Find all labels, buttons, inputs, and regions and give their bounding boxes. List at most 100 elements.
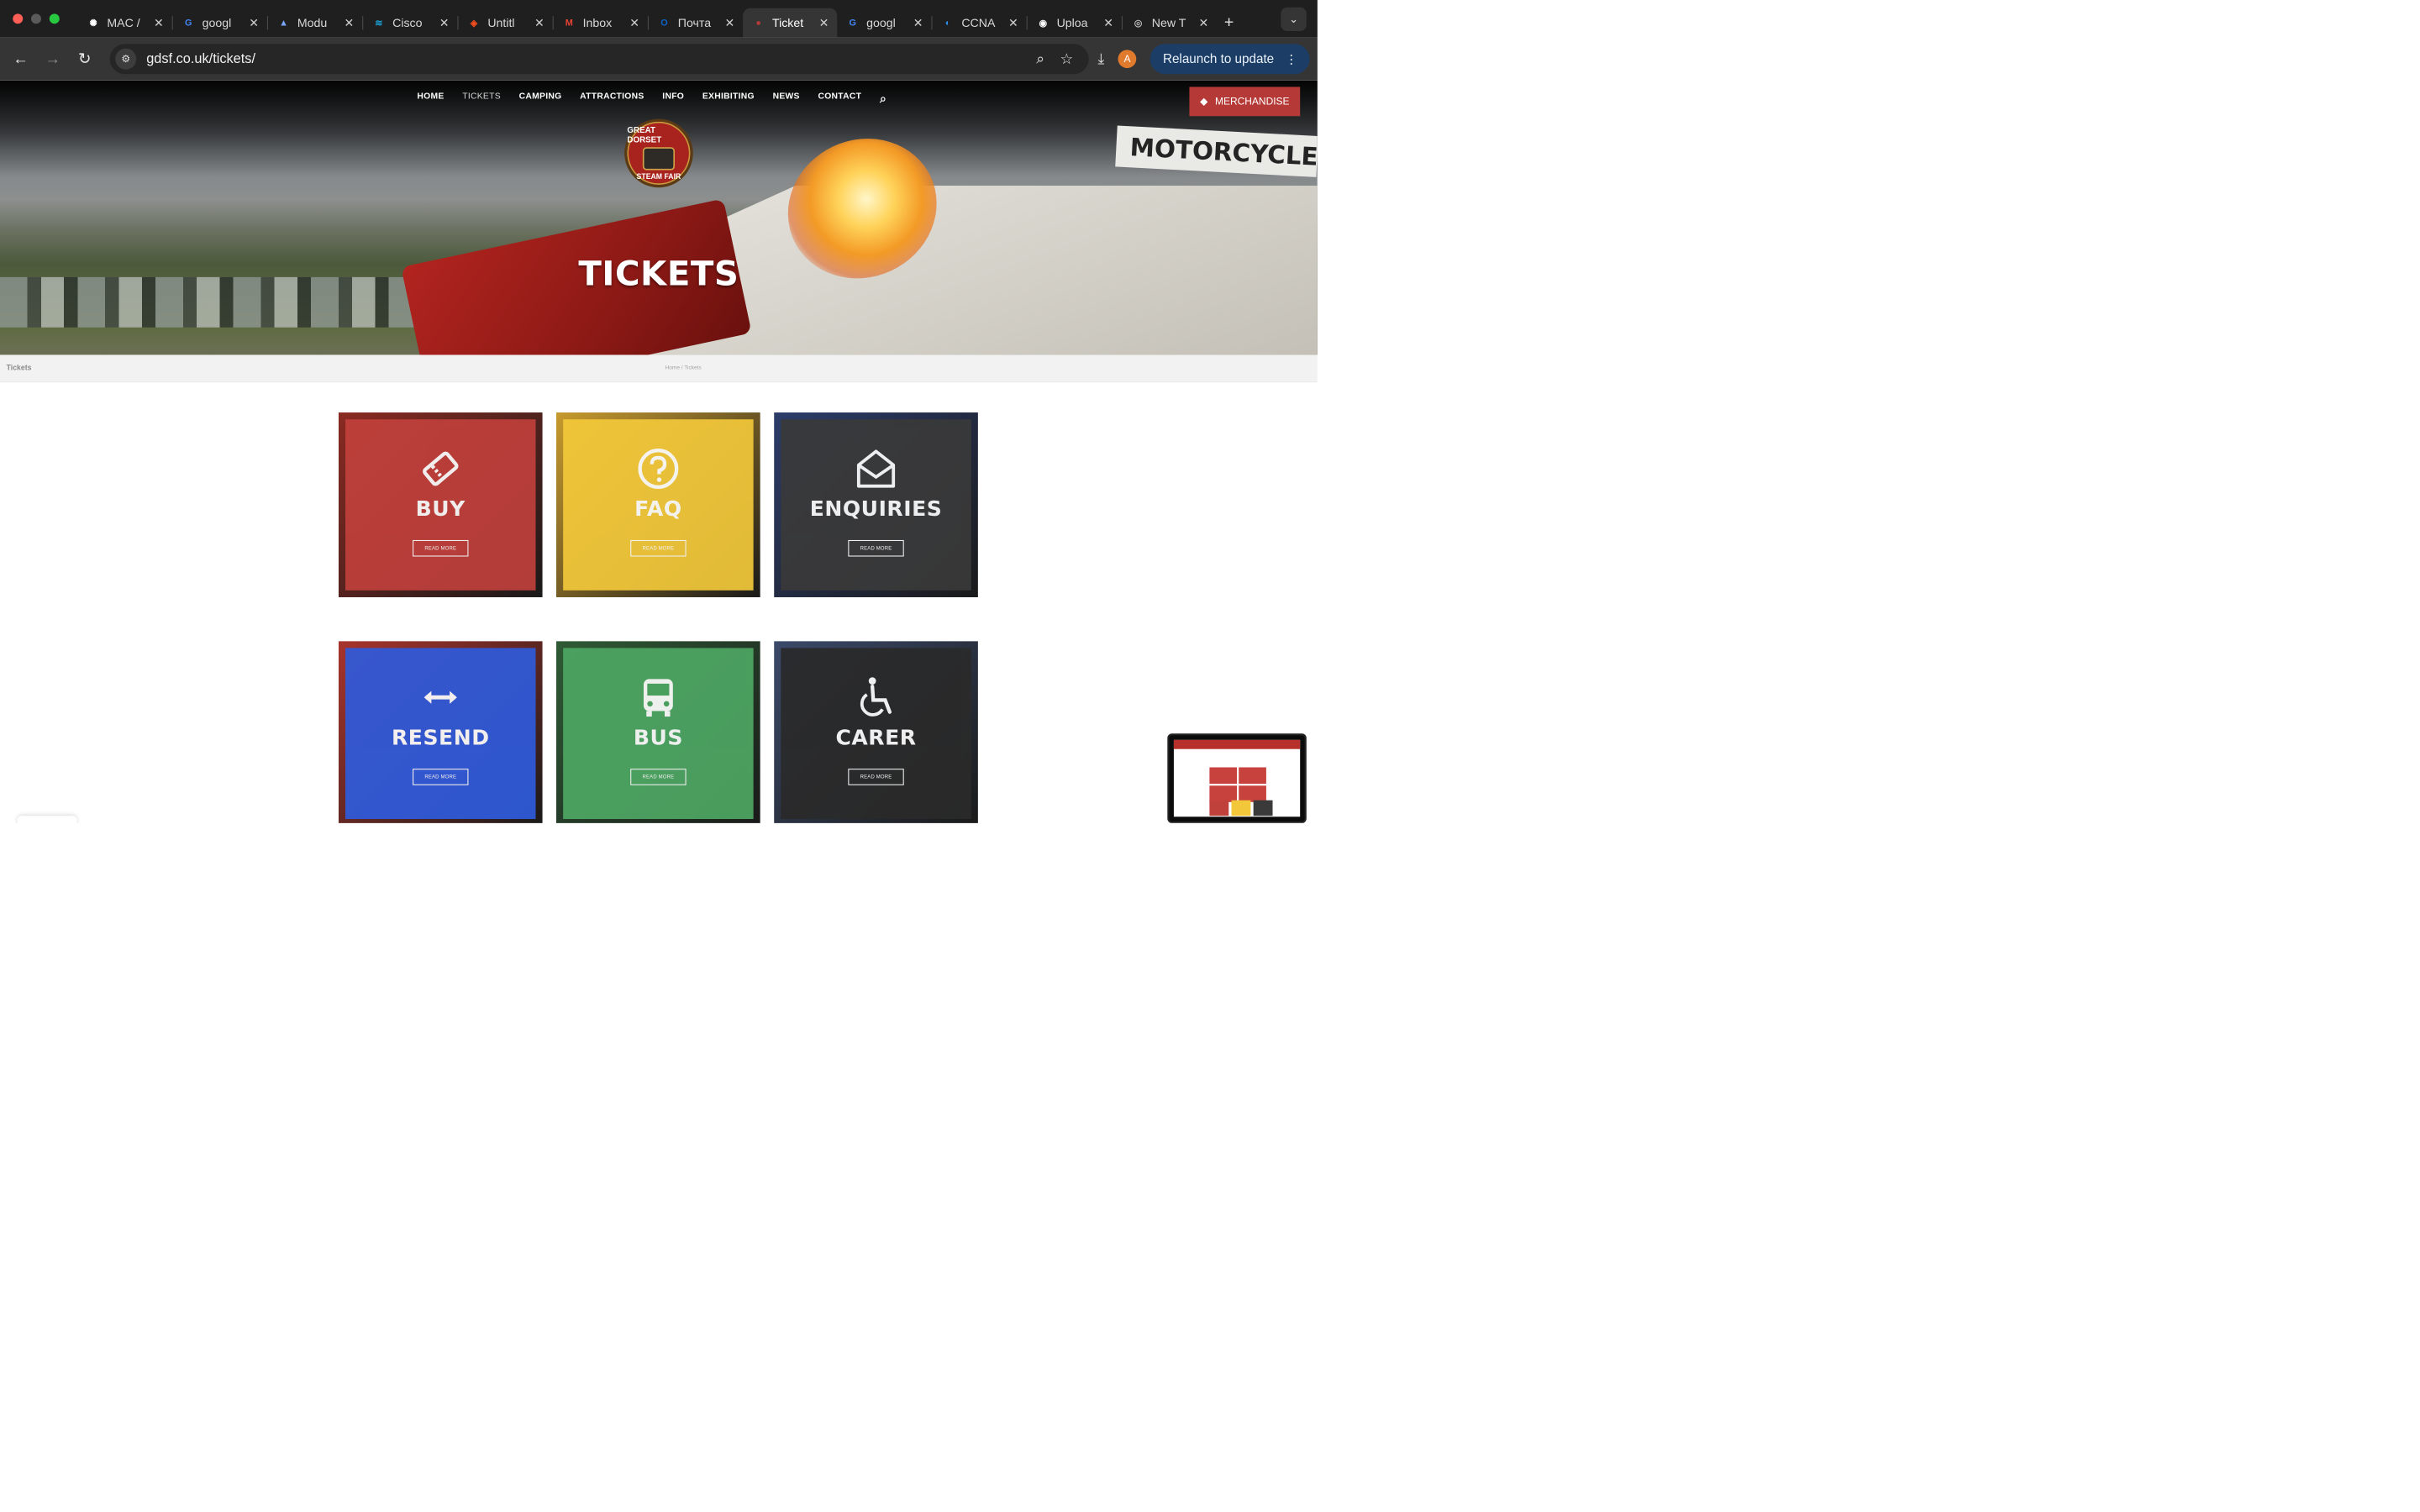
nav-item-camping[interactable]: CAMPING: [519, 92, 562, 106]
tab-close-icon[interactable]: ✕: [249, 16, 259, 30]
tab-close-icon[interactable]: ✕: [534, 16, 544, 30]
main-navigation: HOME TICKETS CAMPING ATTRACTIONS INFO EXHIBIT…: [0, 92, 1318, 106]
zoom-icon[interactable]: ⌕: [1036, 50, 1044, 68]
cookie-widget[interactable]: [17, 816, 77, 823]
merchandise-button[interactable]: ◆ MERCHANDISE: [1189, 87, 1301, 117]
google-icon: G: [185, 17, 192, 28]
tab-close-icon[interactable]: ✕: [629, 16, 639, 30]
pip-screen: [1173, 739, 1301, 817]
delta-icon: ▲: [279, 17, 288, 28]
tab-close-icon[interactable]: ✕: [344, 16, 354, 30]
tab-close-icon[interactable]: ✕: [154, 16, 164, 30]
browser-tab[interactable]: ◎ New T ✕: [1123, 8, 1217, 38]
picture-in-picture-window[interactable]: [1167, 733, 1307, 823]
tab-close-icon[interactable]: ✕: [724, 16, 734, 30]
back-button[interactable]: ←: [4, 50, 36, 68]
read-more-button[interactable]: READ MORE: [413, 769, 469, 785]
tab-close-icon[interactable]: ✕: [819, 16, 829, 30]
chevron-down-icon: ⌄: [1289, 13, 1299, 26]
tab-label: googl: [866, 15, 896, 30]
browser-tab[interactable]: Ggoogl ✕: [837, 8, 931, 38]
tab-close-icon[interactable]: ✕: [1198, 16, 1208, 30]
ticket-card-resend[interactable]: RESEND READ MORE: [338, 641, 543, 823]
nav-item-home[interactable]: HOME: [417, 92, 444, 106]
gdsf-favicon: ●: [755, 17, 761, 28]
merchandise-label: MERCHANDISE: [1215, 95, 1290, 108]
bus-icon: [635, 675, 681, 720]
new-tab-button[interactable]: +: [1224, 13, 1234, 32]
read-more-button[interactable]: READ MORE: [848, 769, 904, 785]
card-overlay: ENQUIRIES READ MORE: [781, 419, 971, 591]
card-title: FAQ: [634, 496, 682, 522]
browser-tab[interactable]: M Inbox ✕: [554, 8, 648, 38]
nav-item-exhibiting[interactable]: EXHIBITING: [702, 92, 755, 106]
forward-button[interactable]: →: [37, 50, 69, 68]
browser-tab[interactable]: ◐ CCNA ✕: [932, 8, 1026, 38]
hero-banner: MOTORCYCLE HOME TICKETS CAMPING ATTRACTIONS…: [0, 80, 1318, 355]
tab-close-icon[interactable]: ✕: [1103, 16, 1113, 30]
card-overlay: CARER READ MORE: [781, 648, 971, 820]
logo-engine-emblem: [642, 147, 675, 171]
browser-tab[interactable]: ◈ Untitl ✕: [458, 8, 552, 38]
browser-tab[interactable]: ✺ MAC / ✕: [78, 8, 172, 38]
ticket-icon: [418, 446, 463, 491]
ticket-card-bus[interactable]: BUS READ MORE: [555, 641, 760, 823]
read-more-button[interactable]: READ MORE: [848, 539, 904, 557]
pip-tiles: [1209, 767, 1266, 802]
github-icon: ◉: [1039, 18, 1047, 29]
minimize-window-button[interactable]: [31, 13, 41, 24]
url-text[interactable]: gdsf.co.uk/tickets/: [146, 51, 1036, 67]
nav-item-attractions[interactable]: ATTRACTIONS: [580, 92, 644, 106]
reload-button[interactable]: ↻: [69, 50, 101, 68]
search-icon[interactable]: ⌕: [880, 92, 886, 106]
tab-label: Modu: [297, 15, 328, 30]
browser-tab[interactable]: ▲ Modu ✕: [268, 8, 362, 38]
nav-item-tickets[interactable]: TICKETS: [462, 92, 501, 106]
kebab-menu-icon[interactable]: ⋮: [1285, 51, 1297, 66]
outlook-icon: O: [660, 17, 668, 28]
google-icon: G: [849, 17, 856, 28]
card-overlay: BUS READ MORE: [563, 648, 754, 820]
envelope-open-icon: [853, 446, 898, 491]
figma-icon: ◈: [470, 18, 478, 29]
browser-tab[interactable]: O Почта ✕: [649, 8, 743, 38]
address-bar[interactable]: ⚙ gdsf.co.uk/tickets/ ⌕ ☆: [109, 44, 1089, 75]
web-page: MOTORCYCLE HOME TICKETS CAMPING ATTRACTIONS…: [0, 80, 1318, 823]
browser-tab[interactable]: ≋ Cisco ✕: [363, 8, 457, 38]
wheelchair-icon: [853, 675, 898, 720]
ticket-card-carer[interactable]: CARER READ MORE: [774, 641, 978, 823]
tab-close-icon[interactable]: ✕: [913, 16, 923, 30]
ticket-card-faq[interactable]: FAQ READ MORE: [555, 412, 760, 597]
site-logo[interactable]: GREAT DORSET STEAM FAIR: [624, 118, 693, 188]
avatar[interactable]: A: [1118, 50, 1137, 69]
window-controls: [0, 13, 78, 24]
tab-close-icon[interactable]: ✕: [1008, 16, 1018, 30]
tab-label: Untitl: [487, 15, 515, 30]
tab-search-button[interactable]: ⌄: [1281, 7, 1307, 32]
browser-tab[interactable]: ◉ Uploa ✕: [1028, 8, 1122, 38]
ticket-card-enquiries[interactable]: ENQUIRIES READ MORE: [774, 412, 978, 597]
nav-item-news[interactable]: NEWS: [773, 92, 800, 106]
tab-close-icon[interactable]: ✕: [439, 16, 450, 30]
breadcrumb[interactable]: Home / Tickets: [666, 364, 702, 370]
read-more-button[interactable]: READ MORE: [630, 769, 687, 785]
zoom-window-button[interactable]: [49, 13, 60, 24]
browser-tab[interactable]: Ggoogl ✕: [173, 8, 267, 38]
browser-tab[interactable]: ● Ticket ✕: [743, 8, 838, 38]
page-title: Tickets: [6, 364, 32, 372]
close-window-button[interactable]: [13, 13, 24, 24]
relaunch-button[interactable]: Relaunch to update ⋮: [1150, 44, 1310, 75]
card-title: ENQUIRIES: [809, 496, 943, 522]
tag-icon: ◆: [1200, 95, 1208, 108]
read-more-button[interactable]: READ MORE: [413, 539, 469, 557]
motorcycle-sign: MOTORCYCLE: [1115, 125, 1318, 177]
nav-item-contact[interactable]: CONTACT: [818, 92, 861, 106]
page-hero-title: TICKETS: [578, 254, 739, 294]
nav-item-info[interactable]: INFO: [662, 92, 684, 106]
cisco-icon: ≋: [375, 18, 383, 29]
read-more-button[interactable]: READ MORE: [630, 539, 687, 557]
download-icon[interactable]: ⤓: [1098, 50, 1105, 68]
bookmark-star-icon[interactable]: ☆: [1060, 50, 1074, 68]
ticket-card-buy[interactable]: BUY READ MORE: [338, 412, 543, 597]
site-info-icon[interactable]: ⚙: [115, 48, 137, 70]
